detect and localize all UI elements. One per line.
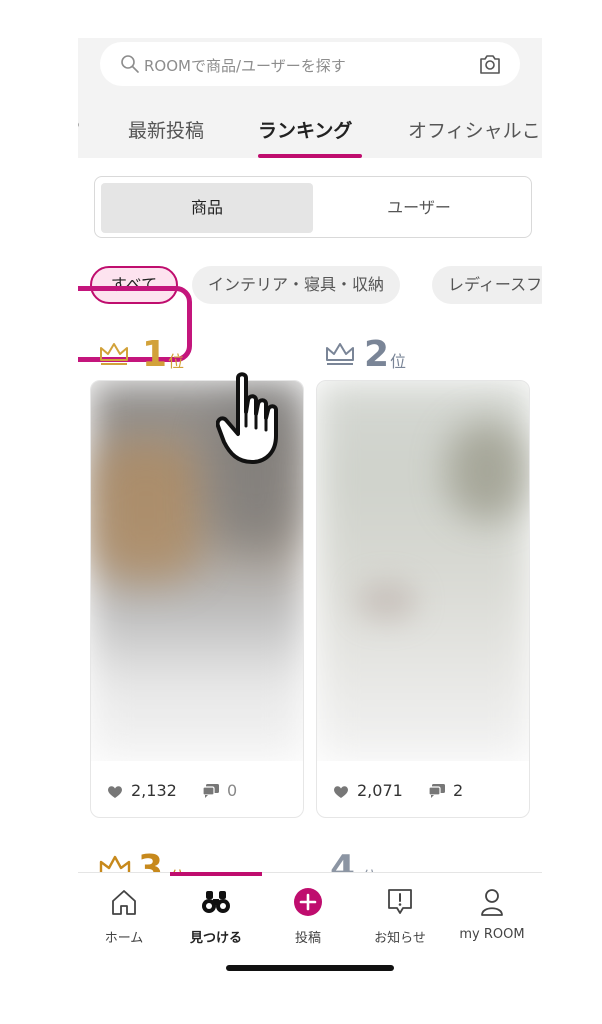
- comment-icon[interactable]: [203, 784, 219, 798]
- nav-label: 投稿: [294, 931, 321, 946]
- binoculars-icon: [202, 891, 230, 913]
- ranking-type-toggle: 商品 ユーザー: [94, 176, 532, 238]
- bottom-navigation: ホーム 見つける 投稿 お知らせ my ROOM: [78, 872, 542, 986]
- heart-icon[interactable]: [333, 785, 349, 799]
- nav-post[interactable]: 投稿: [262, 885, 354, 955]
- like-count: 2,132: [131, 781, 177, 800]
- search-bar[interactable]: ROOMで商品/ユーザーを探す: [100, 42, 520, 86]
- segment-products[interactable]: 商品: [101, 183, 313, 233]
- chip-interior[interactable]: インテリア・寝具・収納: [192, 266, 401, 304]
- rank-1-header: 1 位: [98, 334, 218, 378]
- search-placeholder: ROOMで商品/ユーザーを探す: [144, 57, 346, 75]
- nav-notifications[interactable]: お知らせ: [354, 885, 446, 955]
- notification-icon: [388, 889, 412, 914]
- rank-number: 1: [142, 334, 168, 375]
- rank-number: 2: [364, 334, 390, 375]
- comment-count: 0: [227, 781, 238, 800]
- crown-icon: [326, 343, 354, 365]
- segment-users[interactable]: ユーザー: [313, 183, 525, 233]
- tab-official[interactable]: オフィシャルこ: [408, 116, 541, 143]
- nav-label: 見つける: [189, 931, 242, 946]
- home-icon: [112, 890, 136, 915]
- search-icon: [121, 55, 139, 73]
- scroll-indicator: [170, 872, 262, 876]
- header: ROOMで商品/ユーザーを探す P 最新投稿 ランキング オフィシャルこ: [78, 38, 542, 158]
- tab-ranking[interactable]: ランキング: [258, 116, 352, 143]
- card-stats: 2,071 2: [317, 771, 529, 811]
- crown-icon: [100, 343, 128, 365]
- user-icon: [481, 889, 503, 916]
- nav-label: my ROOM: [459, 927, 525, 942]
- nav-label: ホーム: [104, 931, 144, 946]
- tab-latest[interactable]: 最新投稿: [128, 116, 204, 143]
- home-indicator: [226, 965, 394, 971]
- plus-icon: [294, 888, 322, 916]
- nav-home[interactable]: ホーム: [78, 885, 170, 955]
- product-card[interactable]: 2,071 2: [316, 380, 530, 818]
- chip-ladies[interactable]: レディースフ: [432, 266, 542, 304]
- rank-suffix: 位: [168, 352, 185, 371]
- tab-previous-partial[interactable]: P: [78, 120, 79, 134]
- tap-hand-icon: [216, 372, 278, 464]
- nav-discover[interactable]: 見つける: [170, 885, 262, 955]
- camera-icon[interactable]: [478, 53, 502, 75]
- app-screen: ROOMで商品/ユーザーを探す P 最新投稿 ランキング オフィシャルこ 商品 …: [78, 38, 542, 986]
- tab-bar: P 最新投稿 ランキング オフィシャルこ: [78, 108, 542, 158]
- card-stats: 2,132 0: [91, 771, 303, 811]
- active-tab-indicator: [258, 154, 362, 158]
- product-image[interactable]: [317, 381, 529, 761]
- nav-label: お知らせ: [374, 931, 426, 946]
- comment-count: 2: [453, 781, 464, 800]
- rank-2-header: 2 位: [324, 334, 444, 378]
- rank-suffix: 位: [390, 352, 407, 371]
- comment-icon[interactable]: [429, 784, 445, 798]
- heart-icon[interactable]: [107, 785, 123, 799]
- nav-my-room[interactable]: my ROOM: [446, 885, 538, 955]
- like-count: 2,071: [357, 781, 403, 800]
